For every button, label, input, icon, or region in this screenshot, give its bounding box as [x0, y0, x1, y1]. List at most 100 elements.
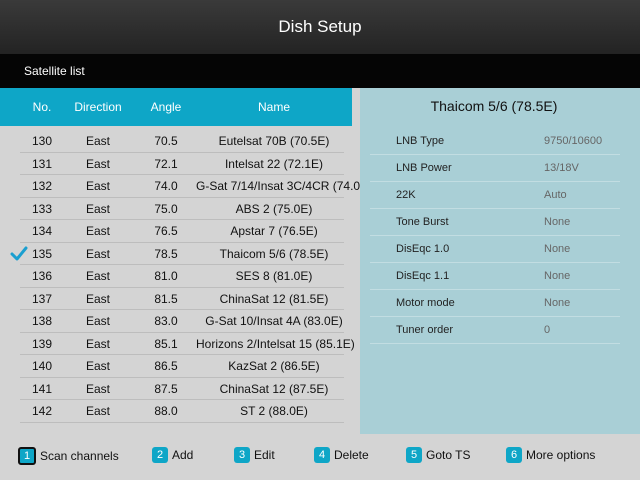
detail-key: DisEqc 1.1 — [396, 270, 450, 282]
cell-no: 138 — [31, 314, 53, 328]
footer-actions: 1 Scan channels 2 Add 3 Edit 4 Delete 5 Goto TS 6 M… — [0, 444, 640, 474]
footer-button-label: Add — [172, 448, 194, 462]
footer-button-scan-channels[interactable]: 1 Scan channels — [18, 447, 119, 465]
title-bar: Dish Setup — [0, 0, 640, 54]
footer-button-label: Scan channels — [40, 449, 119, 463]
footer-button-edit[interactable]: 3 Edit — [234, 447, 275, 463]
cell-angle: 74.0 — [154, 179, 178, 193]
table-row[interactable]: 130 East 70.5 Eutelsat 70B (70.5E) — [0, 130, 352, 153]
footer-button-delete[interactable]: 4 Delete — [314, 447, 369, 463]
cell-name: ChinaSat 12 (81.5E) — [219, 291, 329, 306]
detail-row: DisEqc 1.0 None — [370, 236, 620, 263]
table-row[interactable]: 141 East 87.5 ChinaSat 12 (87.5E) — [0, 378, 352, 401]
cell-name: G-Sat 10/Insat 4A (83.0E) — [205, 314, 343, 328]
cell-name: ST 2 (88.0E) — [240, 404, 308, 418]
detail-key: Tuner order — [396, 324, 454, 336]
cell-angle: 70.5 — [154, 134, 178, 148]
cell-no: 141 — [31, 381, 53, 396]
cell-direction: East — [85, 314, 110, 328]
cell-no: 142 — [31, 404, 53, 418]
table-row[interactable]: 138 East 83.0 G-Sat 10/Insat 4A (83.0E) — [0, 310, 352, 333]
detail-row: Tone Burst None — [370, 209, 620, 236]
cell-direction: East — [85, 201, 110, 216]
cell-no: 135 — [31, 246, 53, 261]
cell-angle: 78.5 — [154, 246, 178, 261]
table-row[interactable]: 140 East 86.5 KazSat 2 (86.5E) — [0, 355, 352, 378]
detail-value: None — [544, 243, 571, 255]
page-title: Dish Setup — [278, 17, 362, 36]
table-row[interactable]: 133 East 75.0 ABS 2 (75.0E) — [0, 198, 352, 221]
cell-name: G-Sat 7/14/Insat 3C/4CR (74.0E) — [196, 179, 373, 193]
key-number-badge: 3 — [234, 447, 250, 463]
cell-angle: 76.5 — [154, 224, 178, 238]
header-name: Name — [257, 100, 290, 114]
cell-angle: 85.1 — [154, 336, 178, 351]
key-number-badge: 4 — [314, 447, 330, 463]
detail-key: LNB Type — [396, 135, 445, 147]
cell-direction: East — [85, 381, 110, 396]
cell-name: ABS 2 (75.0E) — [235, 201, 313, 216]
section-title: Satellite list — [24, 64, 85, 78]
detail-value: None — [544, 270, 571, 282]
cell-direction: East — [85, 224, 110, 238]
header-direction: Direction — [74, 100, 122, 114]
cell-angle: 88.0 — [154, 404, 178, 418]
footer-button-add[interactable]: 2 Add — [152, 447, 193, 463]
cell-angle: 72.1 — [154, 156, 178, 171]
detail-row: 22K Auto — [370, 182, 620, 209]
detail-row: LNB Power 13/18V — [370, 155, 620, 182]
cell-name: Thaicom 5/6 (78.5E) — [219, 246, 329, 261]
detail-row: DisEqc 1.1 None — [370, 263, 620, 290]
key-number-badge: 1 — [18, 447, 36, 465]
table-row[interactable]: 137 East 81.5 ChinaSat 12 (81.5E) — [0, 288, 352, 311]
table-row[interactable]: 139 East 85.1 Horizons 2/Intelsat 15 (85.1E… — [0, 333, 355, 356]
satellite-details-panel: Thaicom 5/6 (78.5E) LNB Type 9750/10600 LN… — [360, 88, 640, 434]
table-row[interactable]: 131 East 72.1 Intelsat 22 (72.1E) — [0, 153, 352, 176]
cell-no: 133 — [31, 201, 53, 216]
cell-name: SES 8 (81.0E) — [235, 269, 313, 283]
detail-key: Tone Burst — [396, 216, 449, 228]
detail-value: Auto — [544, 189, 567, 201]
footer-button-goto-ts[interactable]: 5 Goto TS — [406, 447, 470, 463]
footer-button-label: Delete — [334, 448, 369, 462]
detail-key: 22K — [396, 189, 416, 201]
detail-value: None — [544, 297, 571, 309]
footer-button-label: More options — [526, 448, 596, 462]
cell-direction: East — [85, 246, 110, 261]
table-row[interactable]: 135 East 78.5 Thaicom 5/6 (78.5E) — [0, 243, 352, 266]
cell-no: 131 — [31, 156, 53, 171]
detail-key: Motor mode — [396, 297, 455, 309]
cell-angle: 87.5 — [154, 381, 178, 396]
cell-direction: East — [85, 179, 110, 193]
detail-value: None — [544, 216, 571, 228]
footer-button-more-options[interactable]: 6 More options — [506, 447, 595, 463]
detail-row: Motor mode None — [370, 290, 620, 317]
cell-no: 137 — [31, 291, 53, 306]
table-row[interactable]: 136 East 81.0 SES 8 (81.0E) — [0, 265, 352, 288]
cell-no: 130 — [31, 134, 53, 148]
cell-direction: East — [85, 404, 110, 418]
key-number-badge: 2 — [152, 447, 168, 463]
table-row[interactable]: 132 East 74.0 G-Sat 7/14/Insat 3C/4CR (74.0… — [0, 175, 373, 198]
detail-value: 0 — [544, 324, 551, 336]
cell-angle: 81.5 — [154, 291, 178, 306]
detail-value: 13/18V — [544, 162, 579, 174]
table-row[interactable]: 134 East 76.5 Apstar 7 (76.5E) — [0, 220, 352, 243]
table-row[interactable]: 142 East 88.0 ST 2 (88.0E) — [0, 400, 352, 423]
key-number-badge: 5 — [406, 447, 422, 463]
cell-no: 140 — [31, 359, 53, 373]
header-angle: Angle — [150, 100, 182, 114]
cell-no: 132 — [31, 179, 53, 193]
cell-direction: East — [85, 156, 110, 171]
table-body: 130 East 70.5 Eutelsat 70B (70.5E) 131 East 72… — [0, 130, 373, 423]
cell-name: KazSat 2 (86.5E) — [228, 359, 320, 373]
cell-direction: East — [85, 269, 110, 283]
header-no: No. — [32, 100, 52, 114]
cell-name: Intelsat 22 (72.1E) — [224, 156, 324, 171]
cell-direction: East — [85, 291, 110, 306]
cell-angle: 86.5 — [154, 359, 178, 373]
cell-no: 139 — [31, 336, 53, 351]
cell-no: 136 — [31, 269, 53, 283]
cell-direction: East — [85, 359, 110, 373]
section-bar: Satellite list — [0, 54, 640, 88]
